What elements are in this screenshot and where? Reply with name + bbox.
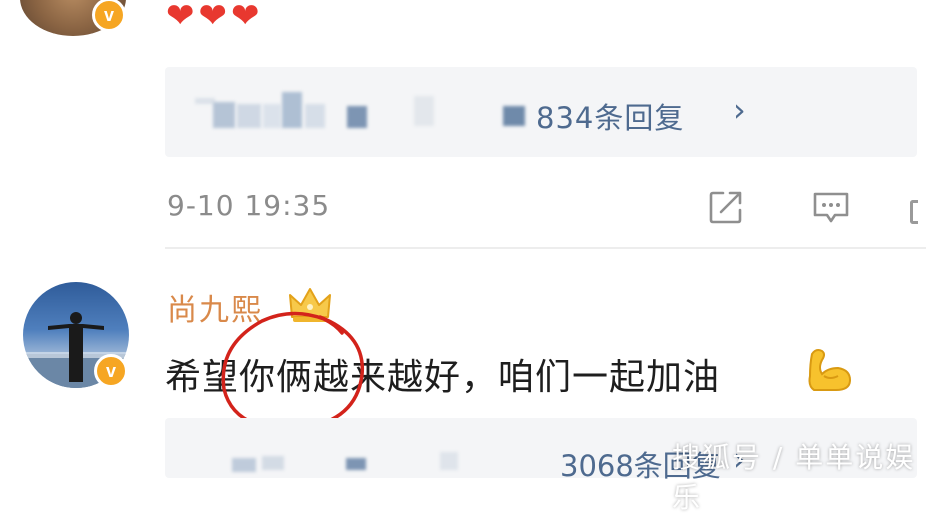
blurred-text [305, 104, 325, 128]
chevron-right-icon[interactable]: › [733, 91, 746, 129]
heart-emoji-row: ❤ ❤ ❤ [166, 0, 260, 34]
reply-count-link[interactable]: 834条回复 [536, 95, 684, 137]
like-icon[interactable] [910, 200, 918, 224]
blurred-text [346, 458, 366, 470]
heart-icon: ❤ [231, 0, 260, 36]
blurred-text [503, 106, 525, 126]
verified-badge: v [92, 0, 126, 32]
watermark: 搜狐号 / 单单说娱乐 [672, 441, 916, 514]
blurred-text [195, 98, 215, 104]
red-annotation-circle [221, 311, 365, 431]
heart-icon: ❤ [166, 0, 195, 36]
divider [165, 247, 926, 249]
heart-icon: ❤ [198, 0, 228, 36]
blurred-text [237, 104, 261, 128]
blurred-text [262, 456, 284, 470]
blurred-text [440, 452, 458, 470]
share-icon[interactable] [707, 188, 745, 226]
blurred-text [347, 106, 367, 128]
flexed-biceps-icon [808, 349, 852, 391]
comment-icon[interactable] [811, 190, 851, 226]
comment-timestamp: 9-10 19:35 [167, 189, 331, 222]
blurred-text [213, 102, 235, 128]
blurred-text [282, 92, 302, 128]
blurred-text [263, 104, 281, 128]
blurred-text [414, 96, 434, 126]
verified-badge: v [94, 354, 128, 388]
